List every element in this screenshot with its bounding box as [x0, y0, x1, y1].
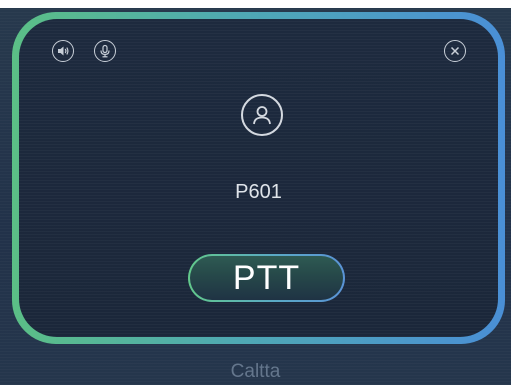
top-strip: [0, 0, 511, 8]
user-icon: [253, 106, 271, 125]
call-panel: P601 PTT: [19, 19, 498, 337]
footer-app-name: Caltta: [230, 361, 281, 382]
contact-name: P601: [235, 181, 282, 203]
avatar: [241, 94, 283, 136]
call-panel-frame: P601 PTT: [12, 12, 505, 344]
microphone-button[interactable]: [94, 40, 116, 62]
close-button[interactable]: [444, 40, 466, 62]
speaker-button[interactable]: [52, 40, 74, 62]
ptt-button-frame: PTT: [188, 254, 345, 302]
speaker-icon: [58, 46, 69, 56]
microphone-icon: [100, 44, 110, 58]
close-icon: [450, 46, 460, 56]
ptt-button[interactable]: PTT: [190, 256, 343, 300]
